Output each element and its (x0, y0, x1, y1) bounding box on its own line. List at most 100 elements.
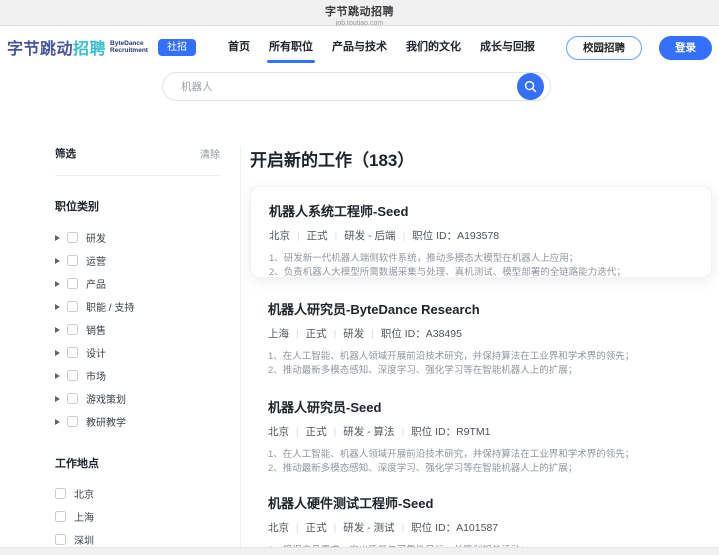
expand-caret-icon[interactable] (55, 327, 60, 333)
job-id: 职位 ID：A101587 (411, 522, 498, 534)
job-card[interactable]: 机器人系统工程师-Seed 北京|正式|研发 - 后端|职位 ID：A19357… (250, 186, 712, 278)
checkbox[interactable] (55, 534, 66, 545)
clear-filters-link[interactable]: 清除 (200, 146, 220, 161)
divider: | (290, 231, 307, 242)
category-label: 游戏策划 (86, 391, 126, 406)
job-desc-line: 2、推动最新多模态感知、深度学习、强化学习等在智能机器人上的扩展； (268, 462, 694, 476)
category-item-product[interactable]: 产品 (55, 272, 220, 295)
search-button[interactable] (517, 73, 544, 100)
checkbox[interactable] (67, 324, 78, 335)
checkbox[interactable] (67, 301, 78, 312)
job-card[interactable]: 机器人研究员-Seed 北京|正式|研发 - 算法|职位 ID：R9TM1 1、… (250, 383, 712, 475)
category-label: 教研教学 (86, 414, 126, 429)
nav-item-home[interactable]: 首页 (228, 38, 250, 63)
expand-caret-icon[interactable] (55, 419, 60, 425)
nav-item-label: 首页 (228, 41, 250, 53)
site-header: 字节跳动招聘 ByteDance Recruitment 社招 首页 所有职位 … (0, 26, 719, 70)
expand-caret-icon[interactable] (55, 281, 60, 287)
checkbox[interactable] (67, 255, 78, 266)
job-meta: 北京|正式|研发 - 算法|职位 ID：R9TM1 (268, 424, 694, 439)
job-desc-line: 1、研发新一代机器人端侧软件系统，推动多模态大模型在机器人上应用； (269, 252, 693, 266)
expand-caret-icon[interactable] (55, 304, 60, 310)
category-item-design[interactable]: 设计 (55, 341, 220, 364)
job-title[interactable]: 机器人研究员-ByteDance Research (268, 299, 694, 318)
job-description: 1、研发新一代机器人端侧软件系统，推动多模态大模型在机器人上应用； 2、负责机器… (269, 252, 693, 279)
job-city: 北京 (269, 230, 290, 242)
checkbox[interactable] (67, 416, 78, 427)
category-list: 研发 运营 产品 职能 / 支持 销售 设计 市场 游戏策划 教研教学 (55, 226, 220, 433)
logo-en-line2: Recruitment (110, 47, 148, 54)
nav-item-label: 我们的文化 (406, 41, 461, 53)
job-type: 正式 (306, 328, 327, 340)
divider (240, 146, 241, 547)
divider: | (364, 329, 381, 340)
job-meta: 上海|正式|研发|职位 ID：A38495 (268, 326, 694, 341)
expand-caret-icon[interactable] (55, 396, 60, 402)
job-category: 研发 - 后端 (344, 230, 395, 242)
category-item-operations[interactable]: 运营 (55, 249, 220, 272)
category-item-support[interactable]: 职能 / 支持 (55, 295, 220, 318)
divider: | (327, 523, 344, 534)
divider (55, 175, 220, 176)
category-item-teaching[interactable]: 教研教学 (55, 410, 220, 433)
divider: | (289, 329, 306, 340)
checkbox[interactable] (67, 278, 78, 289)
checkbox[interactable] (67, 347, 78, 358)
checkbox[interactable] (67, 393, 78, 404)
nav-item-culture[interactable]: 我们的文化 (406, 38, 461, 63)
job-category: 研发 (343, 328, 364, 340)
expand-caret-icon[interactable] (55, 350, 60, 356)
expand-caret-icon[interactable] (55, 373, 60, 379)
nav-item-all-jobs[interactable]: 所有职位 (269, 38, 313, 63)
category-item-rd[interactable]: 研发 (55, 226, 220, 249)
job-description: 1、在人工智能、机器人领域开展前沿技术研究，并保持算法在工业界和学术界的领先； … (268, 448, 694, 475)
divider: | (396, 231, 413, 242)
search-input[interactable] (181, 74, 491, 99)
category-label: 职能 / 支持 (86, 299, 134, 314)
job-category: 研发 - 算法 (343, 426, 394, 438)
category-item-sales[interactable]: 销售 (55, 318, 220, 341)
job-title[interactable]: 机器人系统工程师-Seed (269, 201, 693, 220)
location-item-beijing[interactable]: 北京 (55, 482, 220, 505)
job-desc-line: 1、在人工智能、机器人领域开展前沿技术研究，并保持算法在工业界和学术界的领先； (268, 448, 694, 462)
job-category: 研发 - 测试 (343, 522, 394, 534)
window-title: 字节跳动招聘 (0, 0, 719, 19)
checkbox[interactable] (55, 488, 66, 499)
expand-caret-icon[interactable] (55, 235, 60, 241)
divider: | (289, 427, 306, 438)
logo-cn-accent: 招聘 (73, 41, 106, 58)
job-id: 职位 ID：R9TM1 (411, 426, 490, 438)
page-title: 开启新的工作（183） (250, 146, 414, 171)
checkbox[interactable] (55, 511, 66, 522)
nav-item-product-tech[interactable]: 产品与技术 (332, 38, 387, 63)
job-meta: 北京|正式|研发 - 后端|职位 ID：A193578 (269, 228, 693, 243)
location-item-shanghai[interactable]: 上海 (55, 505, 220, 528)
job-card[interactable]: 机器人硬件测试工程师-Seed 北京|正式|研发 - 测试|职位 ID：A101… (250, 479, 712, 555)
category-label: 研发 (86, 230, 106, 245)
login-button[interactable]: 登录 (659, 36, 712, 60)
campus-recruit-button[interactable]: 校园招聘 (566, 36, 642, 60)
job-title[interactable]: 机器人硬件测试工程师-Seed (268, 493, 694, 512)
location-section-title: 工作地点 (55, 455, 220, 471)
job-title[interactable]: 机器人研究员-Seed (268, 397, 694, 416)
expand-caret-icon[interactable] (55, 258, 60, 264)
nav-item-label: 产品与技术 (332, 41, 387, 53)
checkbox[interactable] (67, 232, 78, 243)
logo-cn-main: 字节跳动 (7, 41, 73, 58)
category-item-marketing[interactable]: 市场 (55, 364, 220, 387)
category-item-game-design[interactable]: 游戏策划 (55, 387, 220, 410)
divider: | (395, 523, 412, 534)
logo[interactable]: 字节跳动招聘 ByteDance Recruitment 社招 (7, 35, 196, 59)
checkbox[interactable] (67, 370, 78, 381)
shezhao-badge: 社招 (158, 39, 196, 56)
nav-item-label: 成长与回报 (480, 41, 535, 53)
category-label: 运营 (86, 253, 106, 268)
active-underline (267, 60, 315, 63)
location-list: 北京 上海 深圳 杭州 (55, 482, 220, 555)
logo-en-text: ByteDance Recruitment (110, 40, 148, 54)
job-type: 正式 (306, 426, 327, 438)
job-card[interactable]: 机器人研究员-ByteDance Research 上海|正式|研发|职位 ID… (250, 285, 712, 377)
logo-cn-text: 字节跳动招聘 (7, 35, 106, 59)
search-box (162, 72, 551, 101)
nav-item-growth[interactable]: 成长与回报 (480, 38, 535, 63)
